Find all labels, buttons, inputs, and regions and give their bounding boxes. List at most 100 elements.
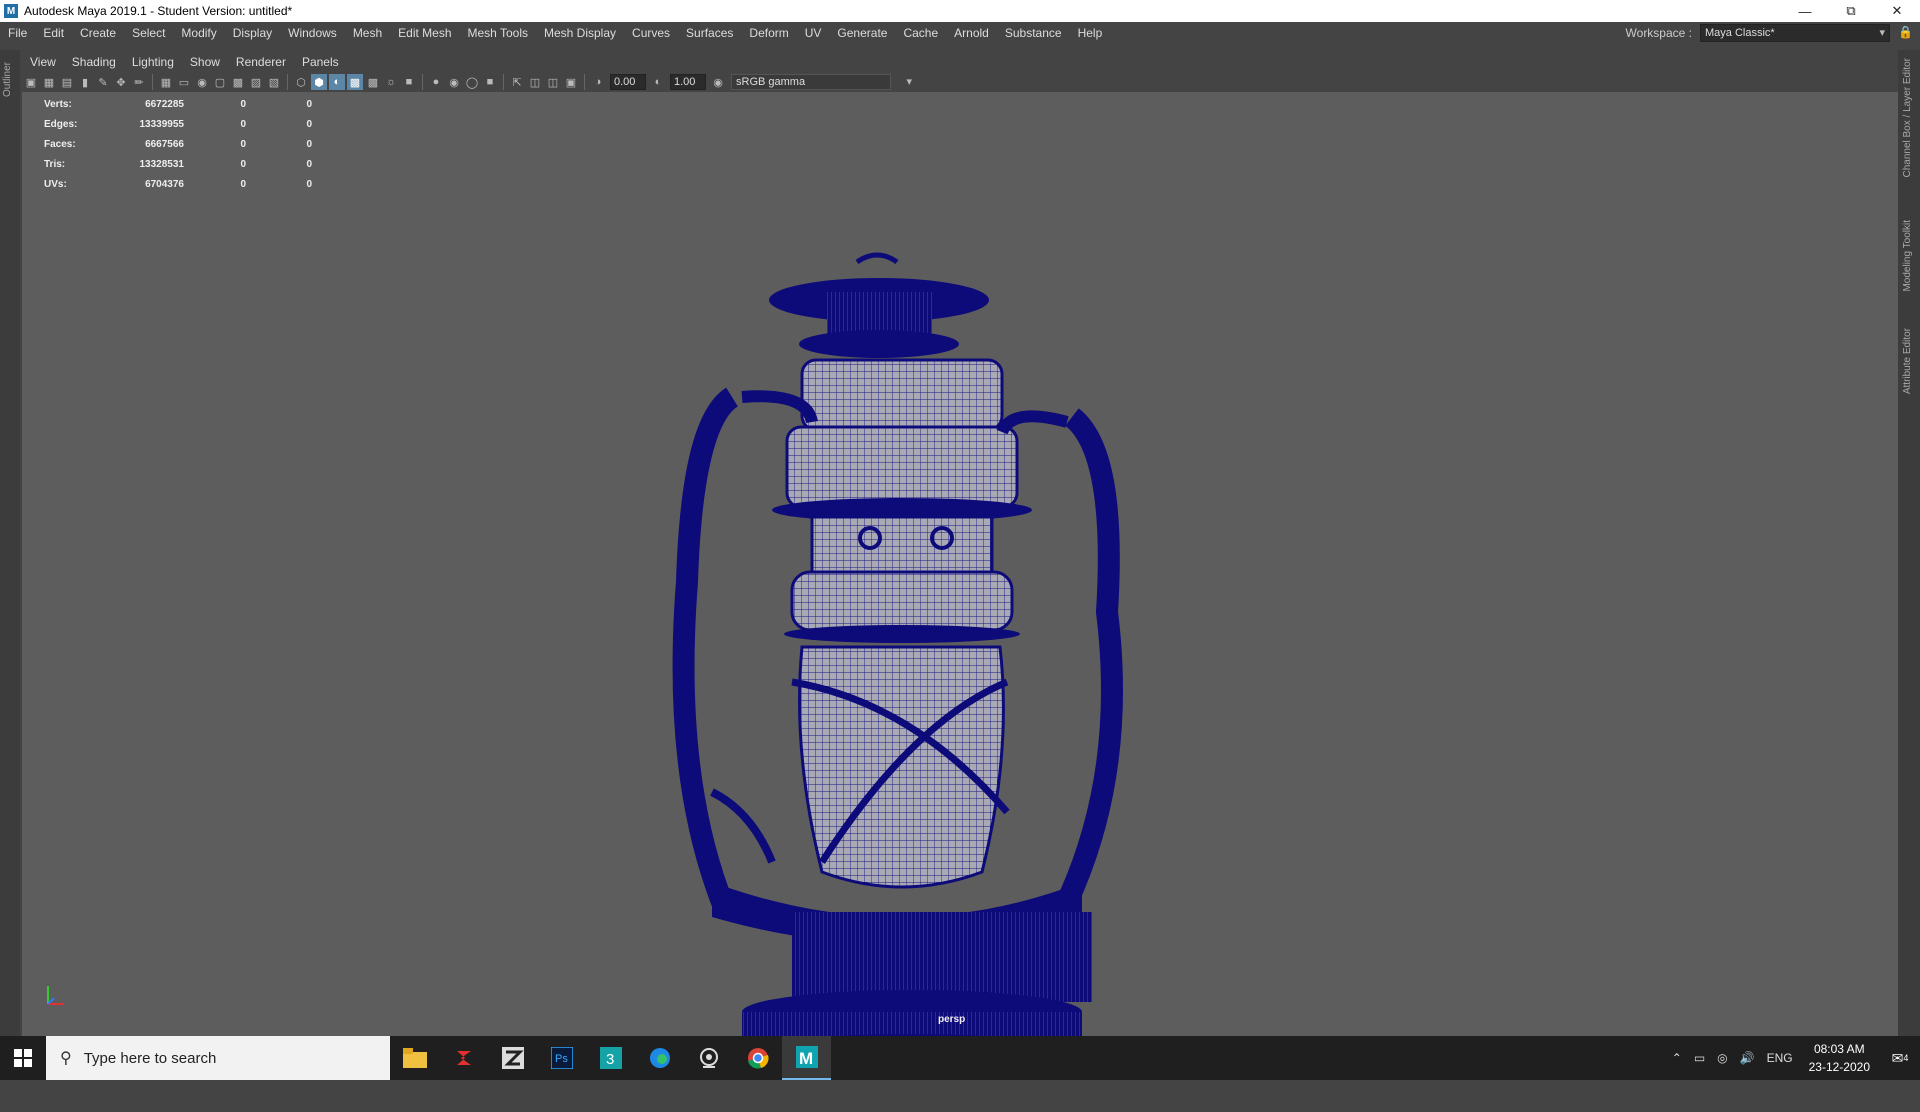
xray-icon[interactable]: ◫ <box>527 74 543 90</box>
menu-mesh-tools[interactable]: Mesh Tools <box>460 22 536 44</box>
menu-help[interactable]: Help <box>1070 22 1111 44</box>
panel-menu-show[interactable]: Show <box>182 55 228 69</box>
channel-box-tab[interactable]: Channel Box / Layer Editor <box>1902 58 1913 178</box>
menu-substance[interactable]: Substance <box>997 22 1070 44</box>
menu-edit[interactable]: Edit <box>35 22 72 44</box>
perspective-viewport[interactable]: Verts: 6672285 0 0 Edges: 13339955 0 0 F… <box>22 92 1898 1074</box>
panel-menu-lighting[interactable]: Lighting <box>124 55 182 69</box>
camera-attributes-icon[interactable]: ▦ <box>41 74 57 90</box>
wireframe-on-shaded-icon[interactable]: ◐ <box>329 74 345 90</box>
hud-row-edges: Edges: 13339955 0 0 <box>44 118 312 130</box>
film-gate-icon[interactable]: ▭ <box>176 74 192 90</box>
select-camera-icon[interactable]: ▣ <box>23 74 39 90</box>
panel-menu-renderer[interactable]: Renderer <box>228 55 294 69</box>
restore-button[interactable]: ⧉ <box>1828 0 1874 22</box>
chevron-up-icon[interactable]: ⌃ <box>1672 1051 1682 1065</box>
menu-select[interactable]: Select <box>124 22 173 44</box>
lock-icon[interactable]: 🔒 <box>1898 25 1913 41</box>
xray-active-components-icon[interactable]: ◫ <box>545 74 561 90</box>
workspace-label: Workspace : <box>1625 26 1692 40</box>
menu-surfaces[interactable]: Surfaces <box>678 22 741 44</box>
language-indicator[interactable]: ENG <box>1767 1051 1793 1065</box>
taskbar-clock[interactable]: 08:03 AM 23-12-2020 <box>1809 1040 1870 1076</box>
menu-windows[interactable]: Windows <box>280 22 345 44</box>
smooth-shade-icon[interactable]: ⬢ <box>311 74 327 90</box>
menu-arnold[interactable]: Arnold <box>946 22 997 44</box>
panel-menu-shading[interactable]: Shading <box>64 55 124 69</box>
textured-icon[interactable]: ▩ <box>347 74 363 90</box>
menu-create[interactable]: Create <box>72 22 124 44</box>
shadows-icon[interactable]: ■ <box>401 74 417 90</box>
menu-file[interactable]: File <box>0 22 35 44</box>
panel-menu-view[interactable]: View <box>22 55 64 69</box>
gamma-field[interactable]: 1.00 <box>670 74 706 90</box>
menu-uv[interactable]: UV <box>797 22 830 44</box>
menu-curves[interactable]: Curves <box>624 22 678 44</box>
modeling-toolkit-tab[interactable]: Modeling Toolkit <box>1902 220 1913 292</box>
view-transform-dropdown[interactable]: sRGB gamma <box>731 74 912 90</box>
close-button[interactable]: ✕ <box>1874 0 1920 22</box>
minimize-button[interactable]: — <box>1782 0 1828 22</box>
outliner-tab[interactable]: Outliner <box>2 62 13 97</box>
isolate-select-icon[interactable]: ⇱ <box>509 74 525 90</box>
app-red-s-icon[interactable] <box>439 1036 488 1080</box>
system-tray: ⌃ ▭ ◎ 🔊 ENG 08:03 AM 23-12-2020 ✉ 4 <box>1666 1036 1920 1080</box>
screen-recorder-icon[interactable] <box>684 1036 733 1080</box>
bookmark-icon[interactable]: ▮ <box>77 74 93 90</box>
default-light-icon[interactable]: ☼ <box>383 74 399 90</box>
menu-generate[interactable]: Generate <box>829 22 895 44</box>
grid-icon[interactable]: ▦ <box>158 74 174 90</box>
screen-space-ao-icon[interactable]: ● <box>428 74 444 90</box>
menu-modify[interactable]: Modify <box>173 22 224 44</box>
exposure-icon[interactable]: ◑ <box>590 74 606 90</box>
menu-deform[interactable]: Deform <box>741 22 796 44</box>
depth-of-field-icon[interactable]: ■ <box>482 74 498 90</box>
volume-icon[interactable]: 🔊 <box>1740 1051 1755 1065</box>
clock-date: 23-12-2020 <box>1808 1060 1870 1074</box>
notification-center-icon[interactable]: ✉ 4 <box>1880 1036 1920 1080</box>
image-plane-icon[interactable]: ✎ <box>95 74 111 90</box>
resolution-gate-icon[interactable]: ◉ <box>194 74 210 90</box>
start-button[interactable] <box>0 1036 46 1080</box>
xray-joints-icon[interactable]: ▣ <box>563 74 579 90</box>
panel-menu-panels[interactable]: Panels <box>294 55 347 69</box>
grease-pencil-icon[interactable]: ✏ <box>131 74 147 90</box>
file-explorer-icon[interactable] <box>390 1036 439 1080</box>
windows-taskbar: ⚲ Type here to search Ps 3 M ⌃ ▭ ◎ 🔊 ENG… <box>0 1036 1920 1080</box>
bookmarks-icon[interactable]: ▤ <box>59 74 75 90</box>
menu-mesh-display[interactable]: Mesh Display <box>536 22 624 44</box>
lantern-wireframe-model[interactable] <box>612 252 1152 1112</box>
wireframe-icon[interactable]: ⬡ <box>293 74 309 90</box>
exposure-field[interactable]: 0.00 <box>610 74 646 90</box>
network-icon[interactable]: ▭ <box>1694 1051 1705 1065</box>
2d-pan-zoom-icon[interactable]: ✥ <box>113 74 129 90</box>
anti-aliasing-icon[interactable]: ◯ <box>464 74 480 90</box>
workspace-dropdown[interactable]: Maya Classic* <box>1700 24 1890 42</box>
windows-logo-icon <box>14 1049 32 1067</box>
edge-icon[interactable] <box>635 1036 684 1080</box>
safe-title-icon[interactable]: ▧ <box>266 74 282 90</box>
field-chart-icon[interactable]: ▩ <box>230 74 246 90</box>
color-management-icon[interactable]: ◉ <box>710 74 726 90</box>
hud-row-faces: Faces: 6667566 0 0 <box>44 138 312 150</box>
menu-cache[interactable]: Cache <box>895 22 946 44</box>
photoshop-icon[interactable]: Ps <box>537 1036 586 1080</box>
hud-row-uvs: UVs: 6704376 0 0 <box>44 178 312 190</box>
clock-time: 08:03 AM <box>1813 1042 1865 1056</box>
zbrush-icon[interactable] <box>488 1036 537 1080</box>
attribute-editor-tab[interactable]: Attribute Editor <box>1902 328 1913 394</box>
gamma-icon[interactable]: ◐ <box>650 74 666 90</box>
menu-display[interactable]: Display <box>225 22 280 44</box>
motion-blur-icon[interactable]: ◉ <box>446 74 462 90</box>
maya-logo-icon: M <box>4 4 18 18</box>
use-all-lights-icon[interactable]: ▩ <box>365 74 381 90</box>
3dsmax-icon[interactable]: 3 <box>586 1036 635 1080</box>
taskbar-search-box[interactable]: ⚲ Type here to search <box>46 1036 390 1080</box>
safe-action-icon[interactable]: ▨ <box>248 74 264 90</box>
gate-mask-icon[interactable]: ▢ <box>212 74 228 90</box>
maya-taskbar-icon[interactable]: M <box>782 1036 831 1080</box>
menu-mesh[interactable]: Mesh <box>345 22 390 44</box>
wifi-icon[interactable]: ◎ <box>1717 1051 1727 1065</box>
menu-edit-mesh[interactable]: Edit Mesh <box>390 22 459 44</box>
chrome-icon[interactable] <box>733 1036 782 1080</box>
